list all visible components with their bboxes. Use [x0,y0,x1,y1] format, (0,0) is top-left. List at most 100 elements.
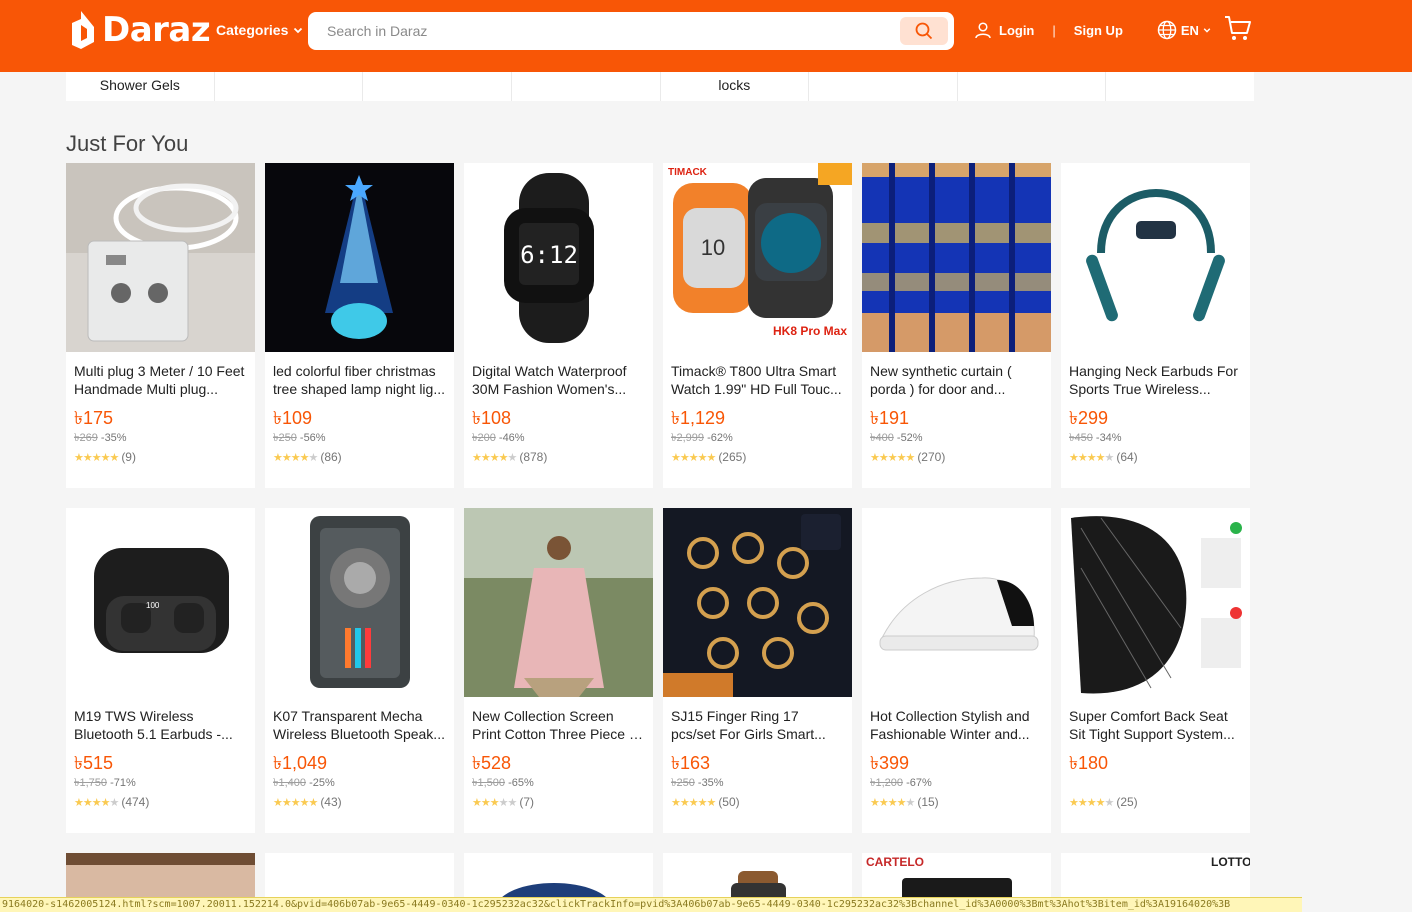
category-tile[interactable] [1106,72,1254,101]
review-count: (7) [519,795,535,809]
discount-percent: -34% [1095,432,1122,444]
category-tile[interactable] [215,72,364,101]
product-image: 6:12 [464,163,653,352]
category-tile[interactable] [363,72,512,101]
product-price: ৳399 [870,753,909,773]
product-card[interactable]: Super Comfort Back Seat Sit Tight Suppor… [1061,508,1250,833]
product-image [1061,163,1250,352]
product-card[interactable]: Hanging Neck Earbuds For Sports True Wir… [1061,163,1250,488]
star-rating-icon: ★★★★★ [870,451,915,464]
categories-label: Categories [216,22,289,38]
product-image [265,508,454,697]
original-price: ৳1,750 [74,777,108,789]
rating: ★★★★★ (64) [1069,450,1242,464]
product-image: 10 TIMACK HK8 Pro Max [663,163,852,352]
category-tile[interactable]: Shower Gels [66,72,215,101]
search-input[interactable] [308,12,900,50]
product-card[interactable]: New synthetic curtain ( porda ) for door… [862,163,1051,488]
categories-menu[interactable]: Categories [216,22,303,38]
language-label: EN [1180,22,1199,38]
product-card[interactable]: Multi plug 3 Meter / 10 Feet Handmade Mu… [66,163,255,488]
discount-row: ৳250 -35% [671,774,844,789]
search-bar [308,12,954,50]
discount-percent: -46% [498,432,525,444]
product-image [862,508,1051,697]
star-rating-icon: ★★★★★ [472,451,517,464]
discount-row: ৳1,400 -25% [273,774,446,789]
status-bar-url: 9164020-s1462005124.html?scm=1007.20011.… [0,897,1302,912]
original-price: ৳250 [671,777,695,789]
star-rating-icon: ★★★★★ [671,451,716,464]
signup-link[interactable]: Sign Up [1074,23,1123,38]
rating: ★★★★★ (265) [671,450,844,464]
svg-text:6:12: 6:12 [520,241,578,269]
discount-percent: -62% [707,432,733,444]
product-card[interactable]: SJ15 Finger Ring 17 pcs/set For Girls Sm… [663,508,852,833]
review-count: (64) [1116,450,1138,464]
discount-row [1069,774,1242,788]
discount-percent: -65% [508,777,534,789]
search-button[interactable] [900,17,948,45]
brand-logo: LOTTO [1211,855,1250,869]
discount-percent: -25% [309,777,335,789]
product-image [66,163,255,352]
discount-row: ৳269 -35% [74,429,247,444]
language-selector[interactable]: EN [1157,20,1211,40]
product-card[interactable]: 6:12 Digital Watch Waterproof 30M Fashio… [464,163,653,488]
category-label: Shower Gels [99,77,180,93]
product-title: M19 TWS Wireless Bluetooth 5.1 Earbuds -… [74,708,233,742]
globe-icon [1157,20,1177,40]
product-price: ৳1,129 [671,408,726,428]
discount-row: ৳2,999 -62% [671,429,844,444]
discount-row: ৳1,750 -71% [74,774,247,789]
product-card[interactable]: Hot Collection Stylish and Fashionable W… [862,508,1051,833]
original-price: ৳400 [870,432,894,444]
product-image: 100 [66,508,255,697]
discount-row: ৳1,500 -65% [472,774,645,789]
user-icon [975,22,991,39]
category-tile[interactable] [809,72,958,101]
product-price: ৳528 [472,753,511,773]
product-title: K07 Transparent Mecha Wireless Bluetooth… [273,708,445,742]
star-rating-icon: ★★★★★ [273,796,318,809]
rating: ★★★★★ (474) [74,795,247,809]
cart-icon[interactable] [1224,14,1252,42]
header-separator: | [1052,22,1056,38]
review-count: (43) [320,795,342,809]
category-strip: Shower Gels locks [66,72,1254,101]
login-link[interactable]: Login [974,21,1034,39]
rating: ★★★★★ (25) [1069,795,1242,809]
product-image [265,163,454,352]
product-card[interactable]: 100 M19 TWS Wireless Bluetooth 5.1 Earbu… [66,508,255,833]
star-rating-icon: ★★★★★ [74,451,119,464]
chevron-down-icon [1203,28,1211,33]
product-card[interactable]: 10 TIMACK HK8 Pro Max Timack® T800 Ultra… [663,163,852,488]
star-rating-icon: ★★★★★ [472,796,517,809]
discount-percent: -52% [896,432,923,444]
category-tile[interactable] [958,72,1107,101]
product-price: ৳191 [870,408,909,428]
product-card[interactable]: led colorful fiber christmas tree shaped… [265,163,454,488]
logo-text: Daraz [102,10,211,50]
discount-row: ৳450 -34% [1069,429,1242,444]
discount-percent: -56% [299,432,326,444]
product-title: Digital Watch Waterproof 30M Fashion Wom… [472,363,627,397]
rating: ★★★★★ (86) [273,450,446,464]
product-card[interactable]: K07 Transparent Mecha Wireless Bluetooth… [265,508,454,833]
svg-text:TIMACK: TIMACK [668,167,708,178]
original-price: ৳1,500 [472,777,506,789]
category-tile[interactable]: locks [661,72,810,101]
rating: ★★★★★ (878) [472,450,645,464]
review-count: (50) [718,795,740,809]
brand-logo: CARTELO [866,855,924,869]
daraz-logo[interactable]: Daraz [68,8,211,52]
review-count: (9) [121,450,136,464]
star-rating-icon: ★★★★★ [671,796,716,809]
svg-text:10: 10 [701,235,725,260]
product-price: ৳163 [671,753,710,773]
product-card[interactable]: New Collection Screen Print Cotton Three… [464,508,653,833]
category-tile[interactable] [512,72,661,101]
original-price: ৳200 [472,432,496,444]
rating: ★★★★★ (7) [472,795,645,809]
product-price: ৳109 [273,408,312,428]
